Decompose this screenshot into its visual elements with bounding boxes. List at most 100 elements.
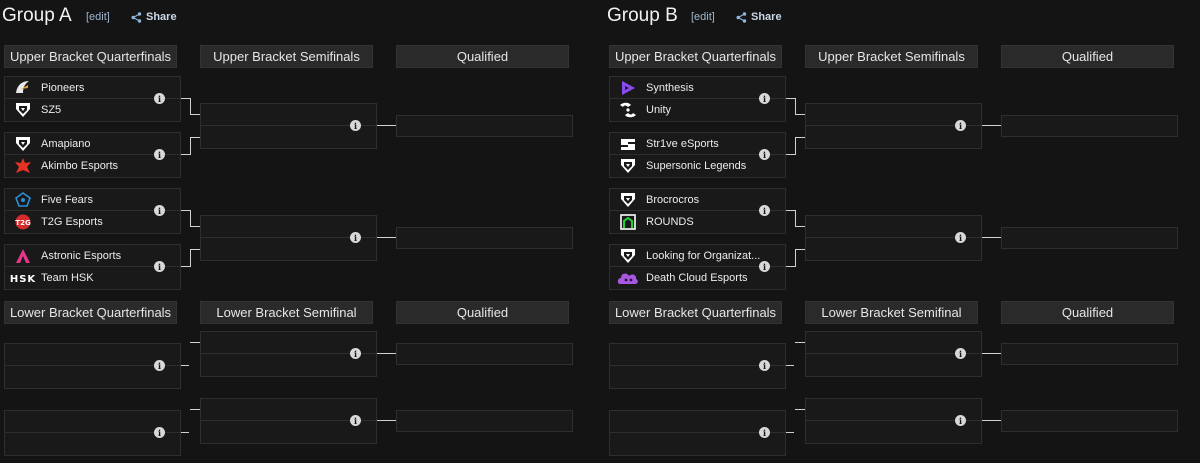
team-slot[interactable]: Unity xyxy=(609,99,786,122)
team-slot[interactable] xyxy=(200,126,377,149)
bracket-connector xyxy=(982,125,1001,126)
match-info-icon[interactable]: i xyxy=(350,232,361,243)
bracket-connector xyxy=(795,210,796,227)
match-info-icon[interactable]: i xyxy=(154,149,165,160)
match-info-icon[interactable]: i xyxy=(955,415,966,426)
astronic-icon xyxy=(5,245,41,266)
bracket-connector xyxy=(795,342,805,343)
match-info-icon[interactable]: i xyxy=(154,360,165,371)
unity-icon xyxy=(610,100,646,121)
team-slot[interactable] xyxy=(4,433,181,456)
share-icon xyxy=(736,11,747,23)
bracket-connector xyxy=(377,237,396,238)
bracket-connector xyxy=(190,210,191,227)
upper-round-header: Upper Bracket Semifinals xyxy=(805,45,978,68)
lower-round-header: Lower Bracket Quarterfinals xyxy=(609,301,782,324)
team-slot[interactable] xyxy=(609,433,786,456)
bracket-connector xyxy=(786,98,795,99)
rounds-icon xyxy=(610,212,646,233)
team-slot[interactable]: Supersonic Legends xyxy=(609,155,786,178)
bracket-connector xyxy=(181,365,189,366)
team-slot[interactable] xyxy=(805,126,982,149)
match-info-icon[interactable]: i xyxy=(955,232,966,243)
qualified-slot xyxy=(1001,410,1178,432)
match-info-icon[interactable]: i xyxy=(759,360,770,371)
match-info-icon[interactable]: i xyxy=(759,205,770,216)
bracket-connector xyxy=(181,266,190,267)
bracket-connector xyxy=(190,249,191,267)
team-slot[interactable] xyxy=(805,354,982,377)
match-info-icon[interactable]: i xyxy=(759,93,770,104)
upper-round-header: Qualified xyxy=(396,45,569,68)
share-label: Share xyxy=(751,11,782,23)
team-slot[interactable]: SZ5 xyxy=(4,99,181,122)
share-label: Share xyxy=(146,11,177,23)
share-button[interactable]: Share xyxy=(131,11,177,23)
group-title: Group B xyxy=(607,5,678,26)
bracket-connector xyxy=(181,432,189,433)
bracket-connector xyxy=(795,409,805,410)
team-slot[interactable] xyxy=(609,366,786,389)
edit-link[interactable]: [edit] xyxy=(86,11,110,23)
rocket-league-icon xyxy=(610,156,646,177)
bracket-connector xyxy=(190,114,200,115)
match-info-icon[interactable]: i xyxy=(154,427,165,438)
match-info-icon[interactable]: i xyxy=(759,261,770,272)
team-slot[interactable]: ROUNDS xyxy=(609,211,786,234)
team-name: Str1ve eSports xyxy=(646,137,719,150)
team-slot[interactable] xyxy=(805,238,982,261)
match-info-icon[interactable]: i xyxy=(154,93,165,104)
bracket-connector xyxy=(795,114,805,115)
team-slot[interactable] xyxy=(200,354,377,377)
match-info-icon[interactable]: i xyxy=(154,261,165,272)
match-info-icon[interactable]: i xyxy=(955,348,966,359)
share-button[interactable]: Share xyxy=(736,11,782,23)
bracket-connector xyxy=(795,226,805,227)
match-info-icon[interactable]: i xyxy=(350,348,361,359)
team-slot[interactable] xyxy=(200,238,377,261)
pioneers-icon xyxy=(5,77,41,98)
synthesis-icon xyxy=(610,77,646,98)
match-info-icon[interactable]: i xyxy=(350,415,361,426)
match-info-icon[interactable]: i xyxy=(350,120,361,131)
match-info-icon[interactable]: i xyxy=(759,427,770,438)
bracket-connector xyxy=(190,98,191,115)
bracket-connector xyxy=(181,98,190,99)
team-slot[interactable]: Akimbo Esports xyxy=(4,155,181,178)
match-info-icon[interactable]: i xyxy=(759,149,770,160)
bracket-connector xyxy=(786,266,795,267)
rocket-league-icon xyxy=(5,100,41,121)
t2g-icon: T2G xyxy=(5,212,41,233)
bracket-connector xyxy=(190,342,200,343)
team-name: Amapiano xyxy=(41,137,91,150)
team-slot[interactable]: T2G T2G Esports xyxy=(4,211,181,234)
qualified-slot xyxy=(396,410,573,432)
team-name: ROUNDS xyxy=(646,216,694,228)
bracket-connector xyxy=(982,420,1001,421)
bracket-connector xyxy=(795,249,805,250)
bracket-connector xyxy=(795,137,805,138)
bracket-connector xyxy=(982,237,1001,238)
team-name: Synthesis xyxy=(646,81,694,94)
strive-icon xyxy=(610,133,646,154)
lower-round-header: Lower Bracket Semifinal xyxy=(805,301,978,324)
team-slot[interactable] xyxy=(805,421,982,444)
team-name: Akimbo Esports xyxy=(41,160,119,172)
match-info-icon[interactable]: i xyxy=(955,120,966,131)
qualified-slot xyxy=(1001,115,1178,137)
bracket-connector xyxy=(181,154,190,155)
rocket-league-icon xyxy=(5,133,41,154)
team-slot[interactable]: HSK Team HSK xyxy=(4,267,181,290)
team-slot[interactable] xyxy=(4,366,181,389)
qualified-slot xyxy=(396,115,573,137)
bracket-connector xyxy=(190,249,200,250)
lower-round-header: Lower Bracket Quarterfinals xyxy=(4,301,177,324)
edit-link[interactable]: [edit] xyxy=(691,11,715,23)
bracket-connector xyxy=(795,137,796,155)
match-info-icon[interactable]: i xyxy=(154,205,165,216)
rocket-league-icon xyxy=(610,189,646,210)
team-name: Team HSK xyxy=(41,272,94,284)
team-slot[interactable]: Death Cloud Esports xyxy=(609,267,786,290)
bracket-connector xyxy=(190,226,200,227)
team-slot[interactable] xyxy=(200,421,377,444)
